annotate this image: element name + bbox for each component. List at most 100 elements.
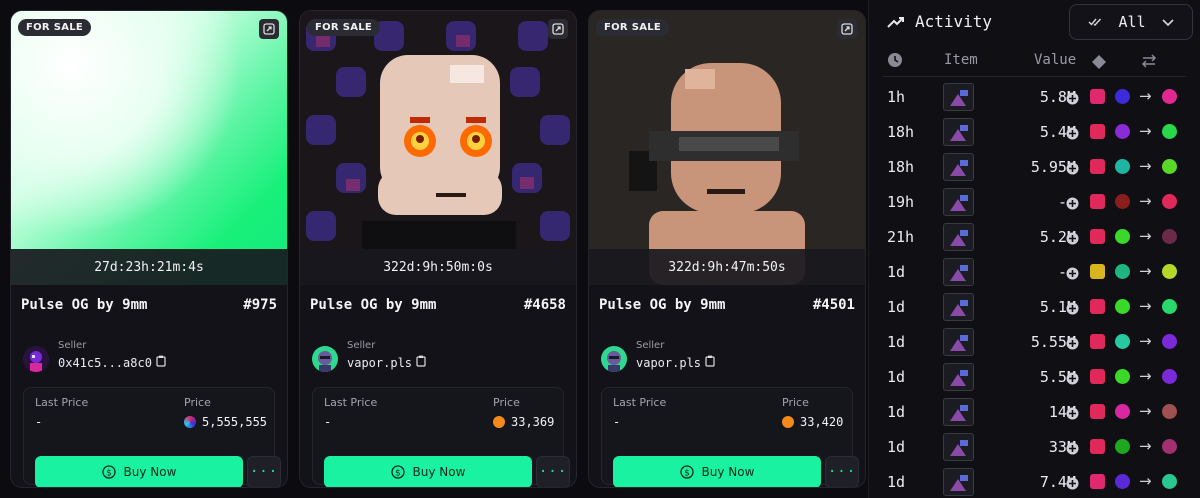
activity-row[interactable]: 21h 5.2M → (869, 219, 1200, 254)
item-thumbnail[interactable] (943, 153, 974, 181)
chevron-down-icon (1161, 13, 1174, 31)
from-avatar[interactable] (1115, 404, 1130, 419)
item-thumbnail[interactable] (943, 328, 974, 356)
activity-row[interactable]: 1d--→ (869, 254, 1200, 289)
to-avatar[interactable] (1162, 159, 1177, 174)
marketplace-icon (1090, 369, 1105, 384)
expand-image-icon[interactable] (259, 19, 279, 39)
dollar-icon: $ (679, 465, 694, 479)
item-thumbnail[interactable] (943, 118, 974, 146)
check-double-icon (1088, 13, 1102, 31)
marketplace-icon (1090, 439, 1105, 454)
activity-row[interactable]: 18h 5.4M → (869, 114, 1200, 149)
more-options-button[interactable]: ··· (825, 456, 859, 487)
seller-address[interactable]: vapor.pls (347, 356, 412, 370)
from-avatar[interactable] (1115, 334, 1130, 349)
seller-address[interactable]: vapor.pls (636, 356, 701, 370)
pls-coin-icon (184, 416, 196, 428)
buy-now-button[interactable]: $ Buy Now (35, 456, 243, 487)
to-avatar[interactable] (1162, 194, 1177, 209)
copy-icon[interactable] (156, 355, 166, 370)
to-avatar[interactable] (1162, 404, 1177, 419)
seller-label: Seller (636, 340, 665, 351)
to-avatar[interactable] (1162, 124, 1177, 139)
nft-card[interactable]: FOR SALE 322d:9h:50m:0s Pulse OG by 9mm … (299, 10, 577, 488)
buy-now-button[interactable]: $ Buy Now (613, 456, 821, 487)
from-avatar[interactable] (1115, 89, 1130, 104)
from-avatar[interactable] (1115, 299, 1130, 314)
activity-title: Activity (915, 12, 993, 31)
item-thumbnail[interactable] (943, 433, 974, 461)
orange-coin-icon (493, 416, 505, 428)
seller-info[interactable]: Seller vapor.pls (312, 336, 426, 372)
seller-info[interactable]: Seller 0x41c5...a8c0 (23, 336, 166, 372)
more-options-button[interactable]: ··· (247, 456, 281, 487)
from-avatar[interactable] (1115, 264, 1130, 279)
nft-image[interactable]: FOR SALE 27d:23h:21m:4s (11, 11, 287, 285)
activity-time: 1d (887, 403, 906, 421)
item-thumbnail[interactable] (943, 363, 974, 391)
marketplace-icon (1090, 474, 1105, 489)
to-avatar[interactable] (1162, 229, 1177, 244)
from-avatar[interactable] (1115, 369, 1130, 384)
for-sale-badge: FOR SALE (18, 19, 92, 36)
nft-card[interactable]: FOR SALE 27d:23h:21m:4s Pulse OG by 9mm … (10, 10, 288, 488)
activity-row[interactable]: 1d 7.4M → (869, 464, 1200, 498)
item-thumbnail[interactable] (943, 258, 974, 286)
activity-row[interactable]: 1h 5.8M → (869, 79, 1200, 114)
more-options-button[interactable]: ··· (536, 456, 570, 487)
nft-image[interactable]: FOR SALE 322d:9h:47m:50s (589, 11, 865, 285)
token-number: #975 (243, 297, 277, 313)
item-thumbnail[interactable] (943, 83, 974, 111)
collection-title[interactable]: Pulse OG by 9mm (21, 297, 147, 313)
activity-row[interactable]: 1d 5.5M → (869, 359, 1200, 394)
collection-title[interactable]: Pulse OG by 9mm (310, 297, 436, 313)
activity-row[interactable]: 18h 5.95M → (869, 149, 1200, 184)
from-avatar[interactable] (1115, 439, 1130, 454)
expand-image-icon[interactable] (548, 19, 568, 39)
currency-icon (1066, 370, 1079, 389)
collection-title[interactable]: Pulse OG by 9mm (599, 297, 725, 313)
buy-now-button[interactable]: $ Buy Now (324, 456, 532, 487)
to-avatar[interactable] (1162, 334, 1177, 349)
from-avatar[interactable] (1115, 159, 1130, 174)
to-avatar[interactable] (1162, 89, 1177, 104)
activity-row[interactable]: 19h--→ (869, 184, 1200, 219)
countdown-timer: 322d:9h:47m:50s (589, 249, 865, 285)
item-thumbnail[interactable] (943, 398, 974, 426)
nft-image[interactable]: FOR SALE 322d:9h:50m:0s (300, 11, 576, 285)
from-avatar[interactable] (1115, 474, 1130, 489)
from-avatar[interactable] (1115, 229, 1130, 244)
token-number: #4658 (523, 297, 566, 313)
item-thumbnail[interactable] (943, 188, 974, 216)
currency-icon (1066, 300, 1079, 319)
seller-address[interactable]: 0x41c5...a8c0 (58, 356, 152, 370)
trending-up-icon (887, 15, 905, 29)
from-avatar[interactable] (1115, 194, 1130, 209)
copy-icon[interactable] (705, 355, 715, 370)
currency-icon (1066, 160, 1079, 179)
currency-icon (1066, 125, 1079, 144)
to-avatar[interactable] (1162, 299, 1177, 314)
expand-image-icon[interactable] (837, 19, 857, 39)
activity-time: 18h (887, 158, 915, 176)
to-avatar[interactable] (1162, 264, 1177, 279)
from-avatar[interactable] (1115, 124, 1130, 139)
activity-row[interactable]: 1d 14M → (869, 394, 1200, 429)
activity-row[interactable]: 1d 5.1M → (869, 289, 1200, 324)
pixel-art-fire-eyes (300, 11, 576, 285)
to-avatar[interactable] (1162, 474, 1177, 489)
item-thumbnail[interactable] (943, 293, 974, 321)
seller-info[interactable]: Seller vapor.pls (601, 336, 715, 372)
to-avatar[interactable] (1162, 439, 1177, 454)
activity-row[interactable]: 1d 33M → (869, 429, 1200, 464)
item-thumbnail[interactable] (943, 468, 974, 496)
nft-card[interactable]: FOR SALE 322d:9h:47m:50s Pulse OG by 9mm… (588, 10, 866, 488)
to-avatar[interactable] (1162, 369, 1177, 384)
last-price-label: Last Price (35, 396, 89, 409)
item-thumbnail[interactable] (943, 223, 974, 251)
seller-label: Seller (58, 340, 87, 351)
copy-icon[interactable] (416, 355, 426, 370)
activity-row[interactable]: 1d 5.55M → (869, 324, 1200, 359)
activity-filter-dropdown[interactable]: All (1069, 4, 1193, 40)
